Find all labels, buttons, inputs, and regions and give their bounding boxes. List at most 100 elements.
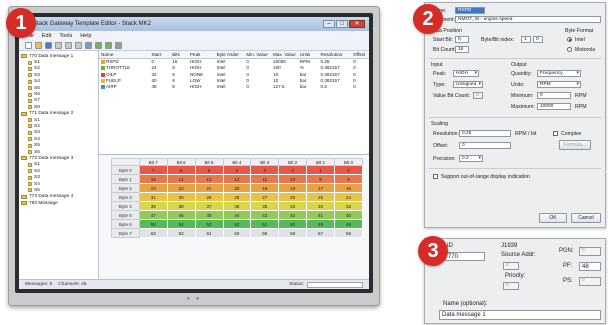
- bit-cell[interactable]: 52: [222, 219, 252, 229]
- bit-cell[interactable]: 38: [166, 201, 196, 211]
- bit-cell[interactable]: 29: [194, 192, 224, 202]
- out-of-range-checkbox[interactable]: [433, 174, 438, 179]
- bit-cell[interactable]: 27: [250, 192, 280, 202]
- bit-cell[interactable]: 22: [166, 183, 196, 193]
- bit-cell[interactable]: 6: [166, 165, 196, 175]
- maximize-button[interactable]: □: [336, 20, 348, 28]
- bit-cell[interactable]: 4: [222, 165, 252, 175]
- bit-cell[interactable]: 49: [306, 219, 335, 229]
- minimize-button[interactable]: –: [323, 20, 335, 28]
- column-header[interactable]: Min. Value: [244, 51, 272, 59]
- bit-cell[interactable]: 36: [222, 201, 252, 211]
- undo-icon[interactable]: [95, 41, 102, 49]
- source-addr-field[interactable]: 0: [503, 262, 519, 270]
- cut-icon[interactable]: [55, 41, 62, 49]
- column-header[interactable]: Peak: [187, 51, 215, 59]
- column-header[interactable]: Resolution: [318, 51, 352, 59]
- paste-icon[interactable]: [75, 41, 82, 49]
- bit-cell[interactable]: 12: [222, 174, 252, 184]
- bit-cell[interactable]: 26: [278, 192, 308, 202]
- menu-edit[interactable]: Edit: [42, 33, 51, 39]
- bit-cell[interactable]: 30: [166, 192, 196, 202]
- bit-cell[interactable]: 59: [250, 228, 280, 238]
- bit-cell[interactable]: 62: [166, 228, 196, 238]
- bit-cell[interactable]: 9: [306, 174, 335, 184]
- column-header[interactable]: Name: [99, 51, 150, 59]
- id-field[interactable]: 770: [445, 252, 485, 261]
- bit-cell[interactable]: 58: [278, 228, 308, 238]
- name-field[interactable]: RSPD: [455, 7, 485, 14]
- menu-help[interactable]: Help: [80, 33, 91, 39]
- bit-cell[interactable]: 2: [278, 165, 308, 175]
- bit-cell[interactable]: 32: [334, 201, 363, 211]
- precision-select[interactable]: 0.2: [459, 155, 483, 162]
- bit-cell[interactable]: 8: [334, 174, 363, 184]
- bit-cell[interactable]: 1: [306, 165, 335, 175]
- bit-cell[interactable]: 40: [334, 210, 363, 220]
- bit-cell[interactable]: 21: [194, 183, 224, 193]
- copy-icon[interactable]: [65, 41, 72, 49]
- bit-cell[interactable]: 15: [138, 174, 168, 184]
- complex-checkbox[interactable]: [553, 131, 558, 136]
- bit-cell[interactable]: 50: [278, 219, 308, 229]
- column-header[interactable]: Bits: [170, 51, 188, 59]
- bit-cell[interactable]: 25: [306, 192, 335, 202]
- bit-cell[interactable]: 41: [306, 210, 335, 220]
- tree-message-node[interactable]: 780 Message: [21, 200, 96, 206]
- bit-cell[interactable]: 46: [166, 210, 196, 220]
- units-select[interactable]: RPM: [537, 81, 581, 88]
- formula-button[interactable]: Formula...: [559, 140, 591, 150]
- bit-cell[interactable]: 10: [278, 174, 308, 184]
- redo-icon[interactable]: [105, 41, 112, 49]
- resolution-field[interactable]: 0.25: [459, 130, 511, 137]
- bit-cell[interactable]: 44: [222, 210, 252, 220]
- bit-cell[interactable]: 19: [250, 183, 280, 193]
- ok-button[interactable]: OK: [539, 213, 567, 223]
- column-header[interactable]: Offset: [351, 51, 369, 59]
- column-header[interactable]: Units: [297, 51, 319, 59]
- comment-field[interactable]: NMOT_W - engine speed: [455, 16, 601, 23]
- save-icon[interactable]: [45, 41, 52, 49]
- find-icon[interactable]: [85, 41, 92, 49]
- table-row[interactable]: AIRP 48 8 HIGH Intel 0 127.5 bar 0.5 0: [99, 84, 369, 90]
- new-icon[interactable]: [25, 41, 32, 49]
- pf-field[interactable]: 48: [579, 262, 601, 271]
- bit-cell[interactable]: 57: [306, 228, 335, 238]
- ps-field[interactable]: 0: [579, 277, 601, 286]
- offset-field[interactable]: 0: [459, 142, 511, 149]
- value-bit-count-field[interactable]: 0: [473, 92, 483, 99]
- bit-cell[interactable]: 56: [334, 228, 363, 238]
- priority-field[interactable]: 0: [503, 282, 519, 290]
- bit-cell[interactable]: 24: [334, 192, 363, 202]
- bit-cell[interactable]: 13: [194, 174, 224, 184]
- bit-cell[interactable]: 11: [250, 174, 280, 184]
- bit-cell[interactable]: 55: [138, 219, 168, 229]
- bit-cell[interactable]: 37: [194, 201, 224, 211]
- bit-cell[interactable]: 20: [222, 183, 252, 193]
- message-name-field[interactable]: Data message 1: [439, 310, 601, 320]
- bit-cell[interactable]: 43: [250, 210, 280, 220]
- bit-cell[interactable]: 51: [250, 219, 280, 229]
- bit-cell[interactable]: 47: [138, 210, 168, 220]
- start-bit-field[interactable]: 0: [455, 36, 469, 43]
- pgn-field[interactable]: 0: [579, 247, 601, 256]
- motorola-radio[interactable]: [567, 47, 572, 52]
- bit-cell[interactable]: 39: [138, 201, 168, 211]
- bit-cell[interactable]: 14: [166, 174, 196, 184]
- bit-cell[interactable]: 0: [334, 165, 363, 175]
- bit-cell[interactable]: 60: [222, 228, 252, 238]
- byte-index-field[interactable]: 1: [521, 36, 531, 43]
- bit-cell[interactable]: 34: [278, 201, 308, 211]
- bit-cell[interactable]: 23: [138, 183, 168, 193]
- intel-radio[interactable]: [567, 37, 572, 42]
- bit-cell[interactable]: 35: [250, 201, 280, 211]
- peak-select[interactable]: HIGH: [453, 70, 479, 77]
- column-header[interactable]: Start: [149, 51, 171, 59]
- bit-cell[interactable]: 42: [278, 210, 308, 220]
- bit-cell[interactable]: 54: [166, 219, 196, 229]
- bit-cell[interactable]: 18: [278, 183, 308, 193]
- bit-cell[interactable]: 45: [194, 210, 224, 220]
- bit-cell[interactable]: 61: [194, 228, 224, 238]
- minimum-field[interactable]: 0: [537, 92, 571, 99]
- settings-icon[interactable]: [115, 41, 122, 49]
